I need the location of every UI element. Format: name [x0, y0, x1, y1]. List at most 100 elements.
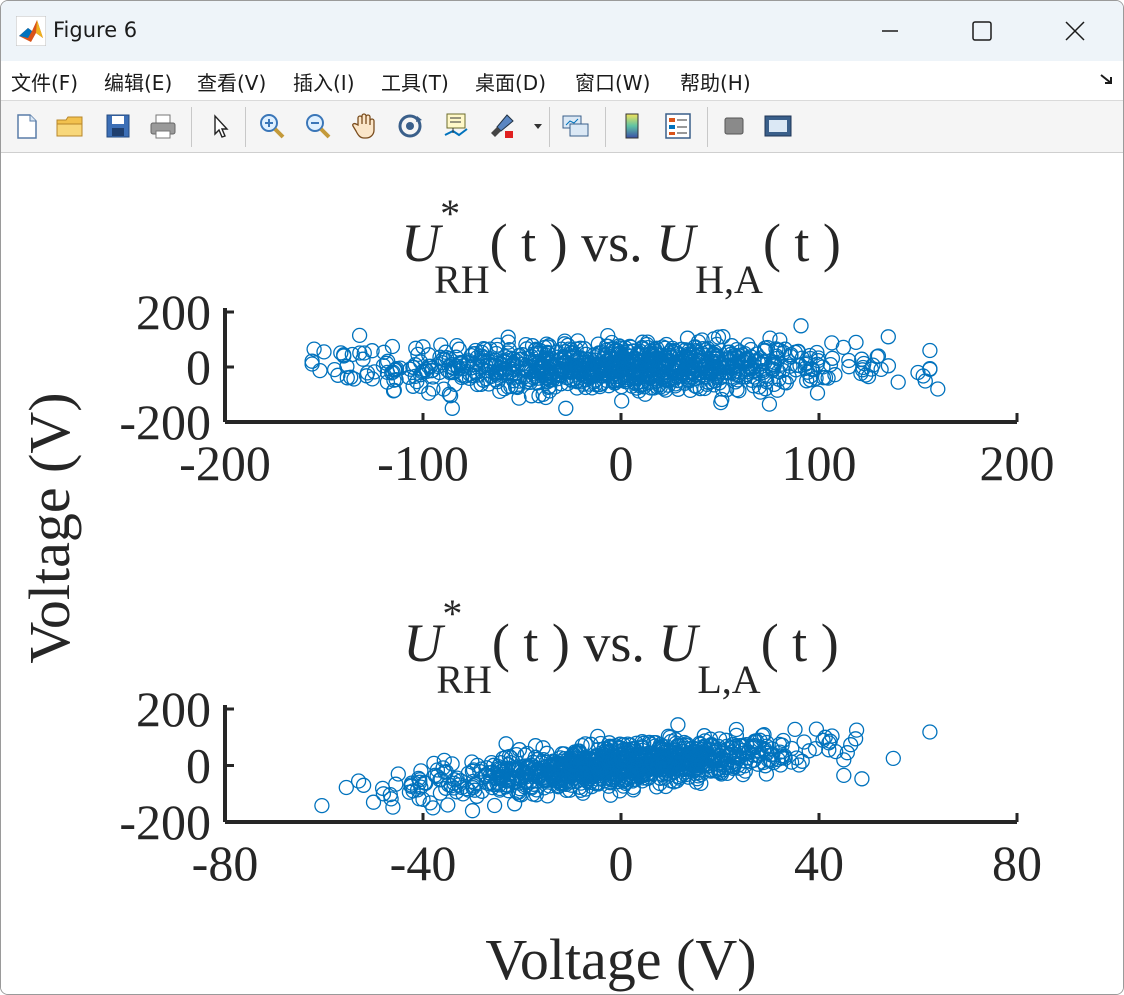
scatter-point	[809, 385, 826, 401]
y-tick-label-2: 0	[186, 738, 211, 794]
title1-sub2: H,A	[695, 257, 763, 302]
minimize-button[interactable]	[867, 13, 913, 49]
scatter-point	[365, 794, 382, 810]
scatter-point	[511, 742, 528, 758]
maximize-icon	[972, 21, 992, 41]
scatter-point	[670, 717, 686, 733]
scatter-point	[922, 342, 938, 359]
pointer-icon	[214, 114, 229, 138]
x-tick-label-1: 100	[782, 435, 857, 491]
figure-window: Figure 6 文件(F) 编辑(E) 查看(V) 插入(I) 工具(T) 桌…	[0, 0, 1124, 995]
y-axis-label: Voltage (V)	[17, 392, 82, 663]
menu-window[interactable]: 窗口(W)	[575, 67, 650, 96]
rotate-3d-icon	[398, 114, 422, 138]
hide-plot-tools-button[interactable]	[717, 109, 751, 143]
new-file-icon	[17, 114, 37, 139]
title2-sub1: RH	[436, 657, 492, 702]
close-icon	[1065, 21, 1085, 41]
title-bar: Figure 6	[1, 1, 1123, 61]
data-cursor-icon	[444, 113, 468, 137]
hide-plot-tools-icon	[724, 117, 744, 135]
x-tick-label-2: 80	[992, 835, 1042, 891]
title2-end: ( t )	[761, 613, 839, 673]
scatter-point	[486, 797, 503, 814]
title2-sup1: *	[442, 591, 462, 636]
scatter-point	[498, 736, 514, 752]
maximize-button[interactable]	[959, 13, 1005, 49]
scatter-point	[885, 750, 901, 767]
show-plot-tools-icon	[764, 115, 792, 137]
colorbar-button[interactable]	[615, 109, 649, 143]
scatter-point	[388, 776, 404, 792]
scatter-point	[890, 374, 906, 390]
open-button[interactable]	[53, 109, 87, 143]
print-button[interactable]	[146, 109, 180, 143]
title1-mid: ( t ) vs.	[490, 213, 656, 273]
legend-button[interactable]	[661, 109, 695, 143]
subplot-1-title: U* RH( t ) vs. UH,A( t )	[401, 191, 841, 302]
link-plot-button[interactable]	[559, 109, 593, 143]
scatter-point	[793, 318, 809, 334]
scatter-point	[835, 339, 852, 356]
x-tick-label-2: 0	[609, 835, 634, 891]
legend-icon	[665, 113, 691, 139]
zoom-out-button[interactable]	[301, 109, 335, 143]
menu-help[interactable]: 帮助(H)	[680, 67, 751, 96]
menu-desktop[interactable]: 桌面(D)	[475, 67, 546, 96]
subplot-2-title: U* RH( t ) vs. UL,A( t )	[403, 591, 838, 702]
window-title: Figure 6	[53, 18, 138, 42]
dock-arrow-icon[interactable]	[1099, 73, 1115, 87]
title1-base2: U	[656, 213, 698, 273]
menu-view[interactable]: 查看(V)	[197, 67, 266, 96]
y-tick-label-2: -200	[119, 794, 211, 850]
show-plot-tools-button[interactable]	[761, 109, 795, 143]
open-folder-icon	[56, 116, 83, 137]
x-tick-label-1: 0	[609, 435, 634, 491]
minimize-icon	[882, 30, 898, 32]
data-cursor-button[interactable]	[439, 109, 473, 143]
brush-dropdown-icon[interactable]	[533, 123, 543, 131]
rotate-button[interactable]	[393, 109, 427, 143]
title1-sub1: RH	[434, 257, 490, 302]
figure-canvas: Voltage (V) Voltage (V) U* RH( t ) vs. UH…	[17, 191, 1055, 992]
brush-icon	[491, 114, 514, 138]
brush-button[interactable]	[485, 109, 519, 143]
scatter-point	[787, 721, 803, 738]
subplot-2-axes: -80 -40 0 40 80-2000200	[119, 681, 1042, 891]
close-button[interactable]	[1052, 13, 1098, 49]
print-icon	[150, 114, 176, 139]
menu-insert[interactable]: 插入(I)	[293, 67, 355, 96]
title2-sub2: L,A	[697, 657, 760, 702]
scatter-point	[390, 766, 406, 782]
x-axis-label: Voltage (V)	[485, 927, 756, 992]
subplot-1-axes: -200 -100 0 100 200-2000200	[119, 284, 1054, 491]
scatter-point	[854, 771, 870, 787]
zoom-in-icon	[260, 114, 285, 139]
save-button[interactable]	[101, 109, 135, 143]
title1-end: ( t )	[763, 213, 841, 273]
menu-edit[interactable]: 编辑(E)	[104, 67, 172, 96]
link-plot-icon	[562, 115, 589, 137]
scatter-point	[316, 344, 332, 360]
pointer-button[interactable]	[203, 109, 237, 143]
scatter-point	[728, 721, 745, 738]
title2-mid: ( t ) vs.	[492, 613, 658, 673]
menu-tools[interactable]: 工具(T)	[381, 67, 449, 96]
scatter-point	[836, 767, 852, 784]
new-file-button[interactable]	[9, 109, 43, 143]
matlab-icon	[16, 16, 46, 46]
title2-base2: U	[658, 613, 700, 673]
menu-file[interactable]: 文件(F)	[11, 67, 78, 96]
x-tick-label-1: 200	[980, 435, 1055, 491]
scatter-point	[848, 334, 864, 351]
scatter-point	[425, 800, 441, 816]
pan-button[interactable]	[347, 109, 381, 143]
scatter-point	[930, 381, 946, 397]
pan-hand-icon	[352, 113, 375, 139]
scatter-point	[464, 803, 481, 819]
y-tick-label-1: -200	[119, 394, 211, 450]
menu-bar: 文件(F) 编辑(E) 查看(V) 插入(I) 工具(T) 桌面(D) 窗口(W…	[1, 61, 1123, 101]
scatter-point	[761, 396, 778, 412]
scatter-point	[440, 797, 456, 813]
zoom-in-button[interactable]	[255, 109, 289, 143]
